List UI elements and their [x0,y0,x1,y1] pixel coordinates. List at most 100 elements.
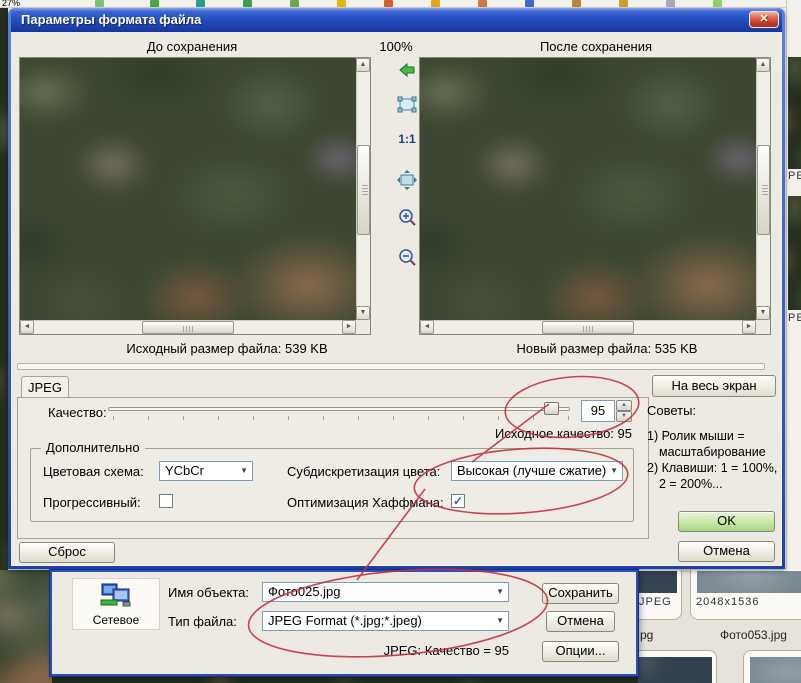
subsampling-select[interactable]: Высокая (лучше сжатие) ▼ [451,461,623,481]
subsampling-label: Субдискретизация цвета: [287,464,440,479]
save-cancel-button[interactable]: Отмена [546,611,615,632]
window-title: Параметры формата файла [21,12,201,27]
separator-groove [17,363,765,370]
toolbar-icon[interactable] [290,0,299,7]
vscroll-thumb[interactable] [357,145,370,235]
places-item-network[interactable]: Сетевое [72,578,160,630]
spin-down-icon[interactable]: ▼ [616,411,632,422]
preview-before-hscrollbar[interactable]: ◄ ► [20,320,356,334]
toolbar-icon[interactable] [384,0,393,7]
progressive-checkbox[interactable] [159,494,173,508]
save-button[interactable]: Сохранить [542,583,619,604]
background-thumbnail[interactable] [788,57,801,169]
scroll-left-icon[interactable]: ◄ [420,320,434,334]
tip-line: 1) Ролик мыши = [647,429,745,443]
fullscreen-button[interactable]: На весь экран [652,375,776,397]
background-thumbnail-strip: PE PE [786,0,801,570]
before-save-label: До сохранения [12,39,372,54]
quality-label: Качество: [48,405,107,420]
original-quality-label: Исходное качество: 95 [348,426,632,441]
preview-before-vscrollbar[interactable]: ▲ ▼ [356,58,370,320]
zoom-level-label: 100% [372,39,420,54]
advanced-group-title: Дополнительно [41,440,145,455]
quality-slider-ticks [113,416,569,420]
preview-after-vscrollbar[interactable]: ▲ ▼ [756,58,770,320]
toolbar-icon[interactable] [666,0,675,7]
options-button[interactable]: Опции... [542,641,619,662]
hscroll-thumb[interactable] [542,321,634,334]
thumbnail-badge: 2048x1536 [696,596,759,608]
thumbnail-cell[interactable]: 2048x1536 JPE [690,570,801,620]
dialog-body: До сохранения 100% После сохранения ▲ ▼ … [11,32,782,566]
preview-after-hscrollbar[interactable]: ◄ ► [420,320,756,334]
jpeg-quality-note: JPEG: Качество = 95 [352,643,509,658]
tips-title: Советы: [647,403,696,418]
background-toolbar: 27% [0,0,801,8]
scroll-right-icon[interactable]: ► [342,320,356,334]
reset-button[interactable]: Сброс [19,542,115,563]
format-options-window: Параметры формата файла ✕ До сохранения … [8,8,785,569]
jpeg-tab-panel: Качество: 95 ▲ ▼ Исходное качество: 95 Д… [17,397,649,539]
progressive-label: Прогрессивный: [43,495,141,510]
tip-line: 2) Клавиши: 1 = 100%, [647,461,777,475]
background-thumbnail[interactable] [788,196,801,310]
thumbnail-cell[interactable]: JPEG [638,570,682,620]
hscroll-thumb[interactable] [142,321,234,334]
after-save-label: После сохранения [420,39,772,54]
scroll-up-icon[interactable]: ▲ [356,58,370,72]
toolbar-icon[interactable] [619,0,628,7]
toolbar-icon[interactable] [525,0,534,7]
thumbnail-filename: pg [640,628,653,642]
save-file-dialog: Сетевое Имя объекта: Фото025.jpg ▼ Тип ф… [50,570,638,676]
toolbar-icon[interactable] [196,0,205,7]
toolbar-icon[interactable] [337,0,346,7]
advanced-groupbox: Дополнительно Цветовая схема: YCbCr ▼ Су… [30,448,634,522]
chevron-down-icon: ▼ [496,617,504,625]
thumbnail-badge: PE [788,312,801,324]
tip-line: 2 = 200%... [659,477,723,491]
toolbar-icon[interactable] [431,0,440,7]
tab-jpeg[interactable]: JPEG [21,376,69,398]
network-item-label: Сетевое [73,613,159,627]
quality-slider[interactable] [108,407,570,411]
window-titlebar[interactable]: Параметры формата файла ✕ [11,8,782,32]
background-thumbnail-grid: JPEG pg 2048x1536 JPE Фото053.jpg [638,570,801,683]
huffman-checkbox[interactable]: ✓ [451,494,465,508]
cancel-button[interactable]: Отмена [678,541,775,562]
network-icon [99,582,133,610]
preview-before-image[interactable] [20,58,356,320]
scroll-up-icon[interactable]: ▲ [756,58,770,72]
filetype-select[interactable]: JPEG Format (*.jpg;*.jpeg) ▼ [262,611,509,631]
color-scheme-select[interactable]: YCbCr ▼ [159,461,253,481]
close-icon[interactable]: ✕ [749,11,779,28]
thumbnail-cell[interactable] [638,650,717,683]
chevron-down-icon: ▼ [240,467,248,475]
original-size-label: Исходный размер файла: 539 KB [12,341,442,356]
toolbar-icon[interactable] [150,0,159,7]
new-size-label: Новый размер файла: 535 KB [442,341,772,356]
scroll-right-icon[interactable]: ► [742,320,756,334]
thumbnail-cell[interactable] [743,650,801,683]
toolbar-icon[interactable] [713,0,722,7]
scroll-down-icon[interactable]: ▼ [356,306,370,320]
toolbar-icon[interactable] [243,0,252,7]
preview-after-image[interactable] [420,58,756,320]
scroll-down-icon[interactable]: ▼ [756,306,770,320]
vscroll-thumb[interactable] [757,145,770,235]
toolbar-icon[interactable] [478,0,487,7]
ok-button[interactable]: OK [678,511,775,532]
quality-value-field[interactable]: 95 [581,400,615,422]
screen: 27% PE PE JPEG pg 2048x1536 [0,0,801,683]
filename-input[interactable]: Фото025.jpg ▼ [262,582,509,602]
filetype-label: Тип файла: [168,614,237,629]
quality-slider-thumb[interactable] [544,402,559,415]
background-zoom-field[interactable]: 27% [2,0,20,8]
filename-label: Имя объекта: [168,585,249,600]
toolbar-icon[interactable] [572,0,581,7]
scroll-left-icon[interactable]: ◄ [20,320,34,334]
huffman-label: Оптимизация Хаффмана: [287,495,444,510]
thumbnail-filename: Фото053.jpg [720,628,787,642]
chevron-down-icon: ▼ [610,467,618,475]
spin-up-icon[interactable]: ▲ [616,400,632,411]
toolbar-icon[interactable] [95,0,104,7]
